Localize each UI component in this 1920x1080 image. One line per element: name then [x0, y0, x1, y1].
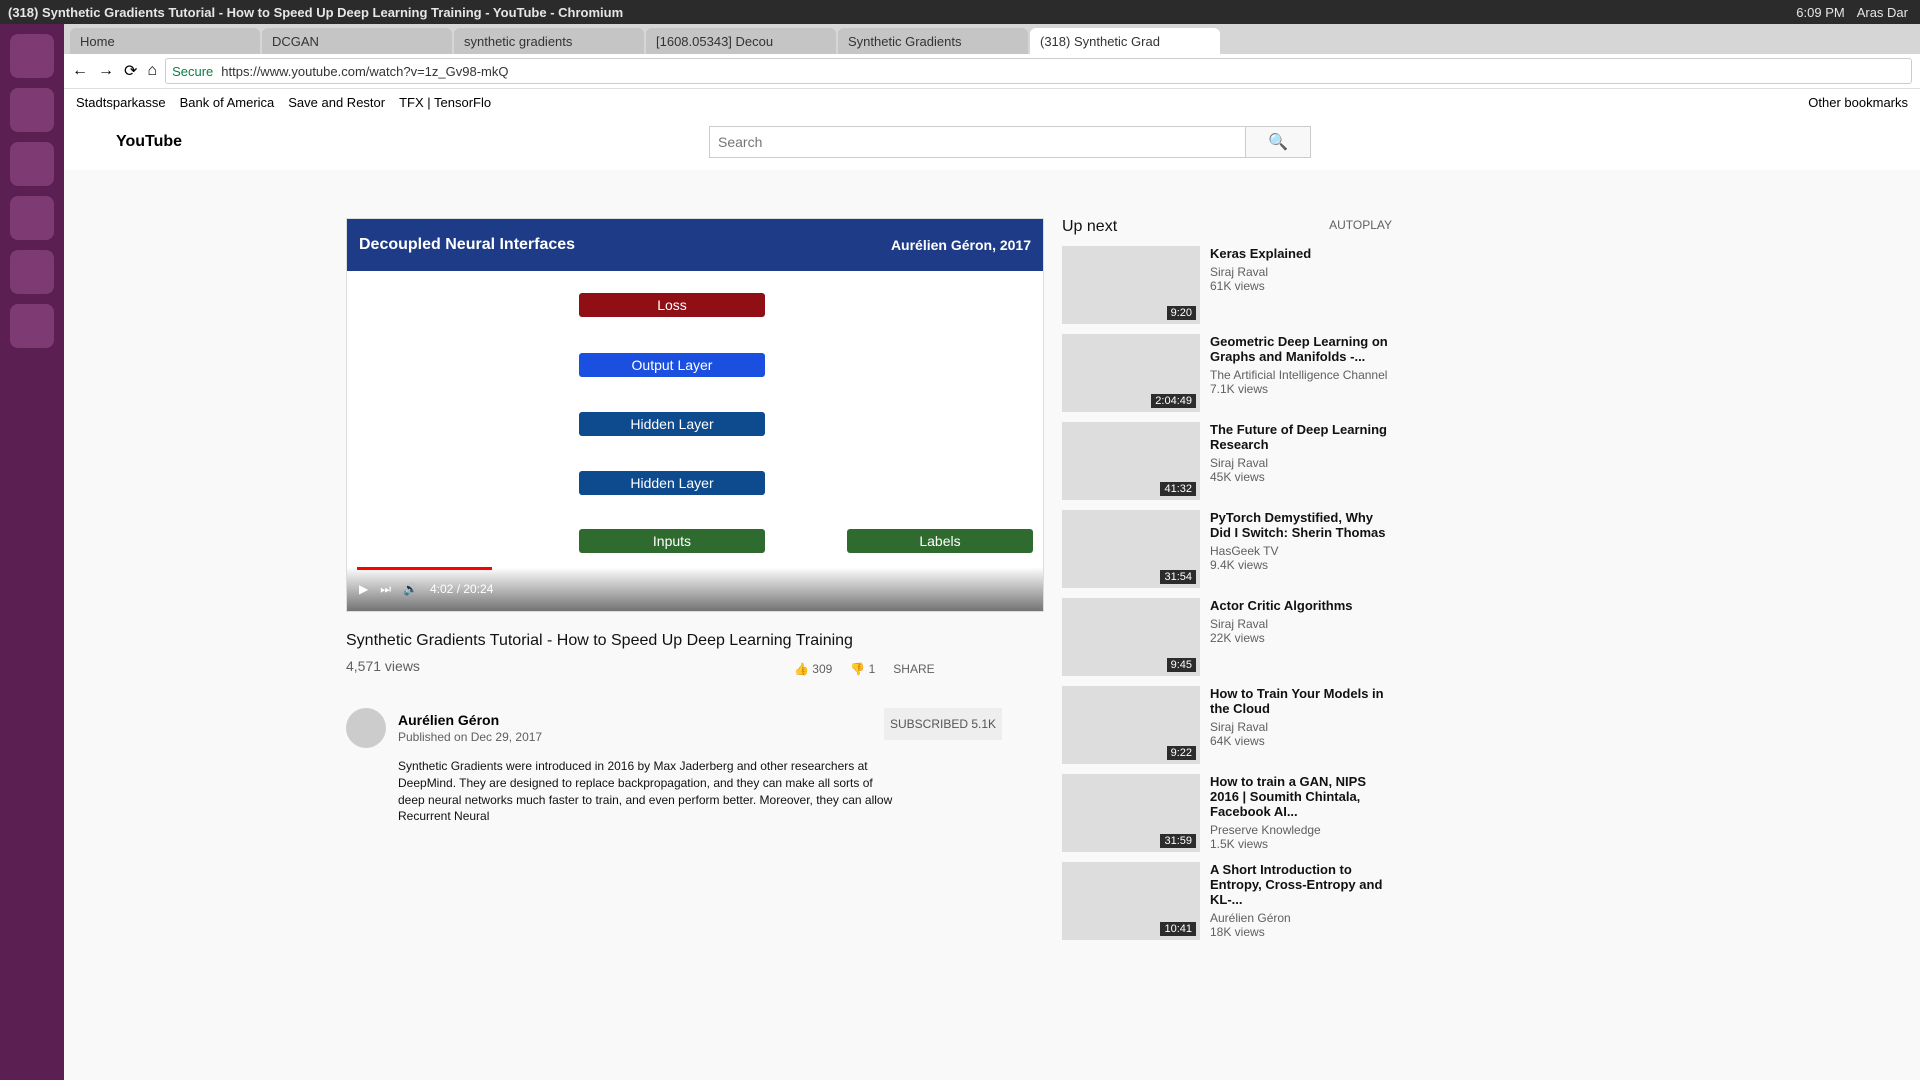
suggestion-thumbnail[interactable]: 10:41 [1062, 862, 1200, 940]
bookmark[interactable]: Stadtsparkasse [76, 95, 166, 110]
suggestion[interactable]: 2:04:49 Geometric Deep Learning on Graph… [1062, 334, 1392, 412]
bookmark[interactable]: TFX | TensorFlo [399, 95, 491, 110]
suggestion[interactable]: 31:54 PyTorch Demystified, Why Did I Swi… [1062, 510, 1392, 588]
browser-tab-active[interactable]: (318) Synthetic Grad [1030, 28, 1220, 54]
layer-loss: Loss [579, 293, 765, 317]
suggestion[interactable]: 9:45 Actor Critic Algorithms Siraj Raval 2… [1062, 598, 1392, 676]
bookmarks-bar: Stadtsparkasse Bank of America Save and … [64, 89, 1920, 116]
suggestion[interactable]: 10:41 A Short Introduction to Entropy, C… [1062, 862, 1392, 940]
subscribe-button[interactable]: SUBSCRIBED 5.1K [884, 708, 1002, 740]
os-top-bar: (318) Synthetic Gradients Tutorial - How… [0, 0, 1920, 24]
search-box: 🔍 [709, 126, 1311, 158]
back-icon[interactable]: ← [72, 62, 88, 80]
launcher-item[interactable] [10, 250, 54, 294]
channel-info: Aurélien Géron Published on Dec 29, 2017… [346, 664, 1042, 823]
video-player[interactable]: Decoupled Neural Interfaces Aurélien Gér… [346, 218, 1044, 612]
layer-labels: Labels [847, 529, 1033, 553]
suggestion[interactable]: 9:20 Keras Explained Siraj Raval 61K views [1062, 246, 1392, 324]
tab-strip: Home DCGAN synthetic gradients [1608.053… [64, 24, 1920, 54]
user-name: Aras Dar [1856, 4, 1908, 20]
video-title: Synthetic Gradients Tutorial - How to Sp… [346, 632, 853, 649]
channel-avatar[interactable] [346, 708, 386, 748]
suggestion-thumbnail[interactable]: 9:20 [1062, 246, 1200, 324]
layer-output: Output Layer [579, 353, 765, 377]
launcher-item[interactable] [10, 196, 54, 240]
layer-hidden-2: Hidden Layer [579, 412, 765, 436]
suggestion-thumbnail[interactable]: 31:59 [1062, 774, 1200, 852]
next-icon[interactable]: ⏭ [380, 582, 391, 597]
home-icon[interactable]: ⌂ [147, 62, 157, 80]
bookmark[interactable]: Save and Restor [288, 95, 385, 110]
suggestion-thumbnail[interactable]: 9:45 [1062, 598, 1200, 676]
suggestion-thumbnail[interactable]: 31:54 [1062, 510, 1200, 588]
bookmark[interactable]: Bank of America [180, 95, 275, 110]
slide-title-bar: Decoupled Neural Interfaces Aurélien Gér… [347, 219, 1043, 271]
browser-window: Home DCGAN synthetic gradients [1608.053… [64, 24, 1920, 1080]
browser-tab[interactable]: DCGAN [262, 28, 452, 54]
launcher-item[interactable] [10, 88, 54, 132]
search-button[interactable]: 🔍 [1245, 127, 1310, 157]
progress-bar[interactable] [357, 567, 1033, 570]
other-bookmarks[interactable]: Other bookmarks [1808, 95, 1908, 110]
launcher-item[interactable] [10, 34, 54, 78]
browser-tab[interactable]: [1608.05343] Decou [646, 28, 836, 54]
layer-inputs: Inputs [579, 529, 765, 553]
youtube-logo[interactable]: YouTube [116, 133, 182, 151]
suggestion-thumbnail[interactable]: 9:22 [1062, 686, 1200, 764]
url-text: https://www.youtube.com/watch?v=1z_Gv98-… [221, 63, 509, 79]
suggestion-thumbnail[interactable]: 2:04:49 [1062, 334, 1200, 412]
slide-author: Aurélien Géron, 2017 [890, 237, 1031, 253]
play-icon[interactable]: ▶ [359, 582, 368, 596]
layer-hidden-1: Hidden Layer [579, 471, 765, 495]
watch-page: Decoupled Neural Interfaces Aurélien Gér… [64, 170, 1920, 1080]
search-input[interactable] [710, 127, 1245, 157]
window-title: (318) Synthetic Gradients Tutorial - How… [8, 4, 624, 20]
autoplay-label[interactable]: AUTOPLAY [1329, 218, 1392, 232]
browser-tab[interactable]: Home [70, 28, 260, 54]
launcher-item[interactable] [10, 142, 54, 186]
suggestion[interactable]: 9:22 How to Train Your Models in the Clo… [1062, 686, 1392, 764]
status-area: 6:09 PM Aras Dar [1796, 5, 1920, 20]
launcher-item[interactable] [10, 304, 54, 348]
suggestion-thumbnail[interactable]: 41:32 [1062, 422, 1200, 500]
browser-tab[interactable]: Synthetic Gradients [838, 28, 1028, 54]
slide-diagram: Loss Output Layer Hidden Layer Hidden La… [347, 271, 1043, 553]
browser-tab[interactable]: synthetic gradients [454, 28, 644, 54]
slide-title: Decoupled Neural Interfaces [359, 236, 576, 253]
suggestion[interactable]: 31:59 How to train a GAN, NIPS 2016 | So… [1062, 774, 1392, 852]
reload-icon[interactable]: ⟳ [124, 61, 137, 81]
secure-label: Secure [172, 63, 214, 79]
ubuntu-launcher [0, 24, 64, 1080]
volume-icon[interactable]: 🔊 [403, 582, 418, 596]
channel-name[interactable]: Aurélien Géron [398, 712, 499, 728]
progress-fill [357, 567, 493, 570]
time-display: 4:02 / 20:24 [430, 582, 494, 596]
omnibox[interactable]: Secure https://www.youtube.com/watch?v=1… [165, 58, 1912, 84]
suggestion[interactable]: 41:32 The Future of Deep Learning Resear… [1062, 422, 1392, 500]
address-bar: ← → ⟳ ⌂ Secure https://www.youtube.com/w… [64, 54, 1920, 89]
player-controls: ▶ ⏭ 🔊 4:02 / 20:24 [347, 567, 1043, 611]
forward-icon[interactable]: → [98, 62, 114, 80]
video-description: Synthetic Gradients were introduced in 2… [398, 759, 893, 824]
published-date: Published on Dec 29, 2017 [398, 730, 543, 744]
youtube-header: YouTube 🔍 [64, 114, 1920, 170]
clock: 6:09 PM [1796, 4, 1845, 20]
up-next-sidebar: Up next AUTOPLAY 9:20 Keras Explained Sir… [1062, 218, 1392, 950]
